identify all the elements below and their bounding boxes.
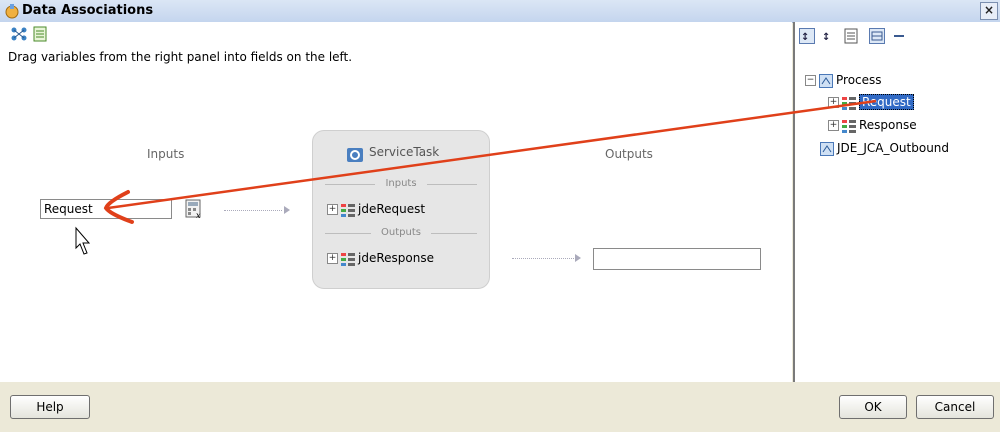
title-bar: Data Associations × — [0, 0, 1000, 23]
input-connector-arrow — [284, 206, 290, 214]
task-inputs-section: Inputs — [325, 178, 477, 189]
sort-descending-icon[interactable]: ↕ — [821, 28, 837, 44]
service-task-box: ServiceTask Inputs + jdeRequest Outputs +… — [312, 130, 490, 289]
process-icon — [820, 141, 834, 156]
variable-icon — [341, 203, 355, 217]
ok-button[interactable]: OK — [839, 395, 907, 419]
svg-text:↕: ↕ — [801, 32, 809, 43]
outputs-header: Outputs — [605, 147, 653, 161]
app-icon — [5, 4, 19, 19]
tree-node-jde-jca-outbound[interactable]: JDE_JCA_Outbound — [817, 141, 949, 156]
task-input-param[interactable]: + jdeRequest — [327, 202, 425, 217]
tree-node-response[interactable]: + Response — [828, 118, 917, 133]
expression-builder-icon[interactable]: x — [184, 198, 204, 220]
list-view-icon[interactable] — [843, 28, 859, 44]
button-bar: Help OK Cancel — [0, 382, 1000, 432]
expand-icon[interactable]: + — [828, 97, 839, 108]
tree-node-jde-label: JDE_JCA_Outbound — [837, 141, 950, 155]
inputs-header: Inputs — [147, 147, 185, 161]
task-inputs-label: Inputs — [385, 178, 417, 189]
collapse-icon[interactable]: − — [805, 75, 816, 86]
sort-ascending-icon[interactable]: ↕ — [799, 28, 815, 44]
tree-node-request[interactable]: + Request — [828, 94, 914, 110]
task-outputs-section: Outputs — [325, 227, 477, 238]
svg-text:↕: ↕ — [822, 32, 830, 43]
tree-node-response-label: Response — [859, 118, 917, 132]
help-button[interactable]: Help — [10, 395, 90, 419]
window-title: Data Associations — [22, 3, 154, 18]
expand-icon[interactable]: + — [828, 120, 839, 131]
output-mapping-field[interactable] — [593, 248, 761, 270]
cancel-button[interactable]: Cancel — [916, 395, 994, 419]
output-connector — [512, 258, 574, 259]
tree-node-process[interactable]: − Process — [805, 73, 882, 88]
output-connector-arrow — [575, 254, 581, 262]
tree-node-process-label: Process — [836, 73, 882, 87]
task-outputs-label: Outputs — [381, 227, 421, 238]
document-icon[interactable] — [31, 26, 49, 42]
variable-icon — [842, 96, 856, 110]
process-icon — [819, 73, 833, 88]
variable-icon — [842, 119, 856, 133]
expand-all-icon[interactable] — [869, 28, 885, 44]
auto-map-icon[interactable] — [10, 26, 28, 42]
task-output-param[interactable]: + jdeResponse — [327, 251, 434, 266]
gear-icon — [347, 148, 363, 162]
expand-icon[interactable]: + — [327, 253, 338, 264]
variable-icon — [341, 252, 355, 266]
input-mapping-field[interactable]: Request — [40, 199, 172, 219]
collapse-all-icon[interactable] — [891, 28, 907, 44]
expand-icon[interactable]: + — [327, 204, 338, 215]
tree-node-request-label: Request — [859, 94, 914, 110]
service-task-title: ServiceTask — [369, 145, 440, 159]
svg-text:x: x — [196, 211, 201, 220]
instruction-text: Drag variables from the right panel into… — [8, 50, 353, 64]
task-input-param-label: jdeRequest — [358, 202, 426, 216]
close-button[interactable]: × — [980, 2, 998, 20]
input-connector — [224, 210, 282, 211]
task-output-param-label: jdeResponse — [358, 251, 434, 265]
variables-panel: ↕ ↕ − Process + Request + Response JDE_JCA_… — [793, 22, 1000, 382]
